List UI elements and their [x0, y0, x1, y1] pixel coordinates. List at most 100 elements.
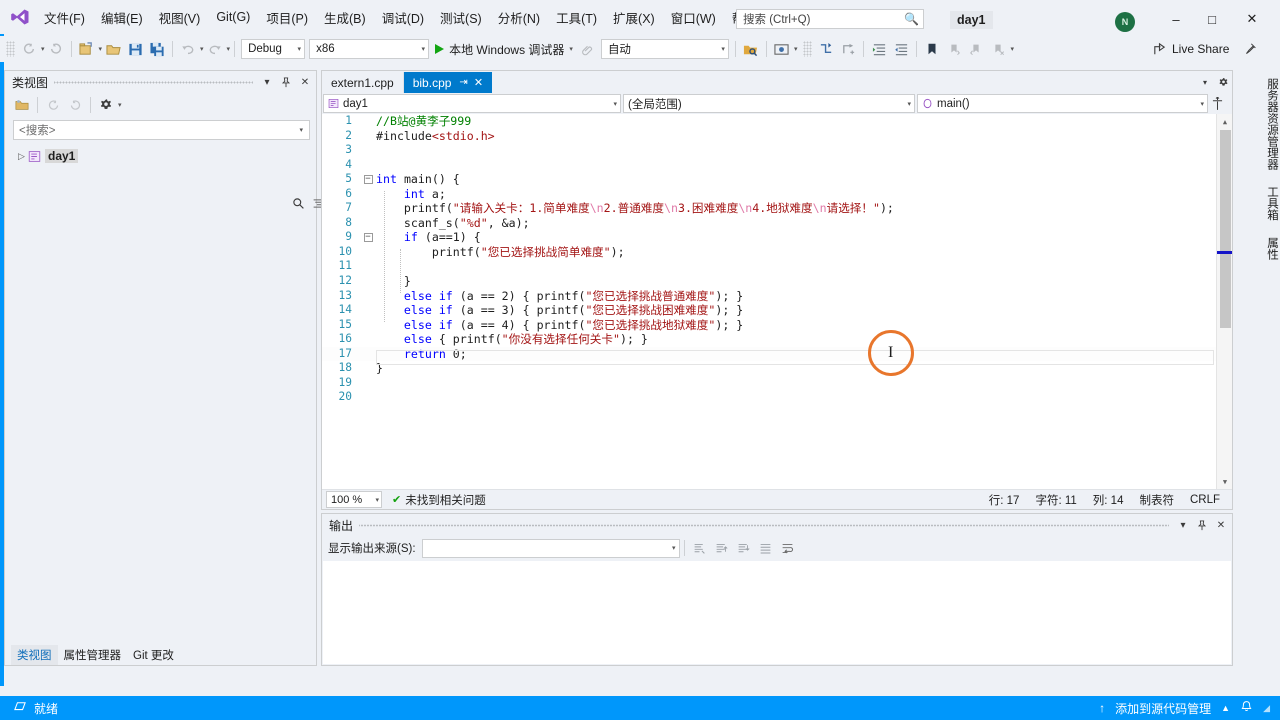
- nav-member-combo[interactable]: main() ▾: [917, 94, 1208, 113]
- next-bookmark-icon[interactable]: [943, 38, 965, 60]
- menu-view[interactable]: 视图(V): [151, 4, 209, 31]
- pin-toolbar-icon[interactable]: [1240, 39, 1260, 59]
- menu-build[interactable]: 生成(B): [316, 4, 374, 31]
- undo-icon[interactable]: [177, 38, 199, 60]
- live-share-button[interactable]: Live Share: [1148, 38, 1233, 60]
- step-over-icon[interactable]: [837, 38, 859, 60]
- source-control-label[interactable]: 添加到源代码管理: [1115, 700, 1211, 717]
- attach-target-combo[interactable]: 自动 ▾: [600, 39, 729, 59]
- code-line[interactable]: 16 else { printf("你没有选择任何关卡"); }: [322, 332, 1232, 347]
- panel-drag-dots[interactable]: [359, 521, 1169, 529]
- code-line[interactable]: 1 //B站@黄李子999: [322, 114, 1232, 129]
- close-icon[interactable]: ✕: [474, 76, 483, 89]
- menu-extensions[interactable]: 扩展(X): [605, 4, 663, 31]
- find-message-icon[interactable]: [689, 538, 711, 558]
- tab-class-view[interactable]: 类视图: [11, 645, 58, 665]
- new-project-icon[interactable]: [76, 38, 98, 60]
- chevron-down-icon[interactable]: ▾: [118, 101, 122, 109]
- go-to-next-icon[interactable]: [733, 538, 755, 558]
- tab-properties[interactable]: 属性: [1262, 229, 1280, 268]
- code-line[interactable]: 2 #include<stdio.h>: [322, 129, 1232, 144]
- maximize-button[interactable]: □: [1192, 8, 1232, 30]
- menu-file[interactable]: 文件(F): [36, 4, 93, 31]
- gear-icon[interactable]: [1216, 74, 1230, 90]
- code-line[interactable]: 11: [322, 259, 1232, 274]
- outdent-icon[interactable]: [890, 38, 912, 60]
- panel-drag-dots[interactable]: [54, 78, 253, 86]
- close-button[interactable]: ✕: [1232, 8, 1272, 30]
- tab-property-manager[interactable]: 属性管理器: [58, 645, 128, 665]
- tab-git-changes[interactable]: Git 更改: [127, 645, 180, 665]
- save-all-icon[interactable]: [146, 38, 168, 60]
- redo-dropdown-icon[interactable]: ▾: [227, 45, 231, 53]
- find-in-files-icon[interactable]: [740, 38, 762, 60]
- editor-tab-bib[interactable]: bib.cpp ⇥ ✕: [403, 72, 493, 93]
- menu-analyze[interactable]: 分析(N): [490, 4, 548, 31]
- code-line[interactable]: 14 else if (a == 3) { printf("您已选择挑战困难难度…: [322, 303, 1232, 318]
- navigate-forward-icon[interactable]: [45, 38, 67, 60]
- zoom-combo[interactable]: 100 % ▾: [326, 491, 382, 508]
- clear-bookmarks-icon[interactable]: [987, 38, 1009, 60]
- chevron-down-icon[interactable]: ▾: [299, 126, 306, 134]
- class-view-search-input[interactable]: <搜索> ▾: [19, 122, 306, 138]
- forward-icon[interactable]: [64, 95, 86, 115]
- tab-toolbox[interactable]: 工具箱: [1262, 178, 1280, 229]
- editor-vertical-scrollbar[interactable]: ▲ ▼: [1216, 114, 1232, 489]
- tree-item-day1[interactable]: ▷ day1: [15, 147, 316, 165]
- code-line[interactable]: 19: [322, 376, 1232, 391]
- split-editor-icon[interactable]: [1210, 97, 1224, 110]
- scroll-up-icon[interactable]: ▲: [1217, 114, 1232, 129]
- toolbar-overflow-icon[interactable]: ▾: [1010, 45, 1014, 53]
- pin-icon[interactable]: ⇥: [459, 77, 467, 88]
- open-file-icon[interactable]: [102, 38, 124, 60]
- fold-toggle-icon[interactable]: −: [360, 233, 376, 243]
- save-icon[interactable]: [124, 38, 146, 60]
- toolbar-grip[interactable]: [803, 41, 813, 57]
- new-folder-icon[interactable]: [11, 95, 33, 115]
- code-line[interactable]: 3: [322, 143, 1232, 158]
- output-source-combo[interactable]: ▾: [421, 538, 680, 558]
- pin-icon[interactable]: [1194, 516, 1210, 534]
- code-line[interactable]: 6 int a;: [322, 187, 1232, 202]
- clear-all-icon[interactable]: [755, 538, 777, 558]
- toolbar-grip[interactable]: [6, 41, 15, 57]
- menu-project[interactable]: 项目(P): [258, 4, 316, 31]
- back-icon[interactable]: [42, 95, 64, 115]
- solution-configuration-combo[interactable]: Debug ▾: [241, 39, 306, 59]
- chevron-right-icon[interactable]: ▷: [15, 151, 28, 162]
- code-line[interactable]: 15 else if (a == 4) { printf("您已选择挑战地狱难度…: [322, 318, 1232, 333]
- issue-indicator[interactable]: ✔ 未找到相关问题: [392, 492, 486, 508]
- start-debug-button[interactable]: 本地 Windows 调试器 ▾: [431, 38, 577, 60]
- menu-tools[interactable]: 工具(T): [548, 4, 605, 31]
- bell-icon[interactable]: [1240, 700, 1253, 716]
- code-line[interactable]: 20: [322, 390, 1232, 405]
- attach-process-icon[interactable]: [577, 38, 599, 60]
- word-wrap-icon[interactable]: [777, 538, 799, 558]
- code-line[interactable]: 8 scanf_s("%d", &a);: [322, 216, 1232, 231]
- output-text-area[interactable]: [323, 561, 1231, 664]
- screenshot-icon[interactable]: [771, 38, 793, 60]
- code-line[interactable]: 12 }: [322, 274, 1232, 289]
- solution-platform-combo[interactable]: x86 ▾: [309, 39, 430, 59]
- code-line[interactable]: 4: [322, 158, 1232, 173]
- close-icon[interactable]: ✕: [1213, 516, 1229, 534]
- editor-tab-extern1[interactable]: extern1.cpp: [322, 72, 404, 93]
- code-line[interactable]: 13 else if (a == 2) { printf("您已选择挑战普通难度…: [322, 289, 1232, 304]
- code-line[interactable]: 9− if (a==1) {: [322, 230, 1232, 245]
- scrollbar-thumb[interactable]: [1220, 130, 1231, 328]
- settings-gear-icon[interactable]: [95, 95, 117, 115]
- menu-test[interactable]: 测试(S): [432, 4, 490, 31]
- chevron-down-icon[interactable]: ▾: [569, 45, 573, 53]
- menu-edit[interactable]: 编辑(E): [93, 4, 151, 31]
- indent-icon[interactable]: [868, 38, 890, 60]
- code-line[interactable]: 5− int main() {: [322, 172, 1232, 187]
- search-input[interactable]: 搜索 (Ctrl+Q) 🔍: [736, 9, 924, 29]
- code-editor[interactable]: 1//B站@黄李子999 2 #include<stdio.h> 3 4 5− int ma…: [322, 114, 1232, 489]
- fold-toggle-icon[interactable]: −: [360, 174, 376, 184]
- nav-project-combo[interactable]: day1 ▾: [323, 94, 621, 113]
- bookmark-icon[interactable]: [921, 38, 943, 60]
- step-into-icon[interactable]: [815, 38, 837, 60]
- menu-git[interactable]: Git(G): [208, 6, 258, 28]
- chevron-down-icon[interactable]: ▾: [1198, 74, 1212, 90]
- screenshot-dropdown-icon[interactable]: ▾: [794, 45, 798, 53]
